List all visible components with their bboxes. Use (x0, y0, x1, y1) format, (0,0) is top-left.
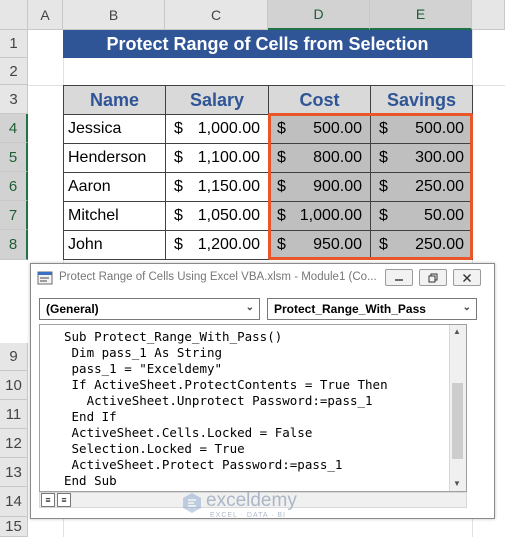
column-header-b[interactable]: B (63, 0, 165, 30)
cell-salary[interactable]: $1,050.00 (165, 201, 269, 231)
column-header-a[interactable]: A (28, 0, 63, 30)
code-line[interactable]: ActiveSheet.Protect Password:=pass_1 (64, 457, 343, 472)
chevron-down-icon: ⌄ (462, 302, 471, 313)
minimize-button[interactable] (385, 269, 413, 286)
currency-symbol: $ (174, 207, 183, 224)
exceldemy-logo-icon (183, 493, 201, 513)
row-header-14[interactable]: 14 (0, 487, 28, 517)
row-header-1[interactable]: 1 (0, 30, 28, 58)
code-line[interactable]: If ActiveSheet.ProtectContents = True Th… (64, 377, 388, 392)
code-pane[interactable]: Sub Protect_Range_With_Pass() Dim pass_1… (39, 324, 467, 492)
close-icon (463, 273, 471, 282)
restore-icon (428, 273, 438, 282)
watermark-tagline: EXCEL · DATA · BI (210, 512, 286, 519)
object-dropdown[interactable]: (General) ⌄ (39, 298, 260, 320)
code-line[interactable]: pass_1 = "Exceldemy" (64, 361, 223, 376)
cell-salary[interactable]: $1,000.00 (165, 114, 269, 144)
row-header-6[interactable]: 6 (0, 172, 28, 201)
procedure-dropdown-value: Protect_Range_With_Pass (274, 302, 426, 316)
sheet-title[interactable]: Protect Range of Cells from Selection (63, 30, 472, 58)
column-header-d[interactable]: D (268, 0, 370, 30)
exceldemy-watermark: exceldemy EXCEL · DATA · BI (182, 490, 332, 526)
salary-value: 1,200.00 (197, 236, 260, 253)
cell-salary[interactable]: $1,200.00 (165, 230, 269, 260)
row-header-8[interactable]: 8 (0, 230, 28, 260)
salary-value: 1,050.00 (197, 207, 260, 224)
restore-button[interactable] (419, 269, 447, 286)
row-header-2[interactable]: 2 (0, 58, 28, 85)
vba-window-titlebar[interactable]: Protect Range of Cells Using Excel VBA.x… (31, 264, 494, 292)
currency-symbol: $ (174, 178, 183, 195)
watermark-name: exceldemy (206, 490, 297, 511)
row-header-7[interactable]: 7 (0, 201, 28, 230)
close-button[interactable] (453, 269, 481, 286)
row-header-13[interactable]: 13 (0, 458, 28, 487)
currency-symbol: $ (174, 149, 183, 166)
code-line[interactable]: Dim pass_1 As String (64, 345, 223, 360)
selection-highlight (268, 113, 473, 260)
header-savings[interactable]: Savings (370, 85, 473, 115)
cell-name[interactable]: Jessica (63, 114, 166, 144)
code-line[interactable]: ActiveSheet.Cells.Locked = False (64, 425, 313, 440)
row-header-9[interactable]: 9 (0, 343, 28, 371)
vertical-scrollbar[interactable]: ▲ ▼ (449, 325, 466, 491)
column-header-c[interactable]: C (165, 0, 268, 30)
chevron-down-icon: ⌄ (245, 302, 254, 313)
code-line[interactable]: ActiveSheet.Unprotect Password:=pass_1 (64, 393, 373, 408)
header-salary[interactable]: Salary (165, 85, 269, 115)
salary-value: 1,100.00 (197, 149, 260, 166)
currency-symbol: $ (174, 236, 183, 253)
cell-name[interactable]: Henderson (63, 143, 166, 173)
salary-value: 1,000.00 (197, 120, 260, 137)
row-header-15[interactable]: 15 (0, 517, 28, 537)
header-name[interactable]: Name (63, 85, 166, 115)
column-header-f[interactable] (472, 0, 505, 30)
select-all-corner[interactable] (0, 0, 28, 30)
header-cost[interactable]: Cost (268, 85, 371, 115)
cell-salary[interactable]: $1,100.00 (165, 143, 269, 173)
row-header-4[interactable]: 4 (0, 114, 28, 143)
procedure-view-icon[interactable]: ≡ (41, 493, 55, 507)
code-line[interactable]: End If (64, 409, 117, 424)
code-line[interactable]: Selection.Locked = True (64, 441, 245, 456)
currency-symbol: $ (174, 120, 183, 137)
column-header-e[interactable]: E (370, 0, 472, 30)
cell-salary[interactable]: $1,150.00 (165, 172, 269, 202)
procedure-dropdown[interactable]: Protect_Range_With_Pass ⌄ (267, 298, 477, 320)
code-line[interactable]: End Sub (64, 473, 117, 488)
cell-name[interactable]: John (63, 230, 166, 260)
minimize-icon (395, 278, 403, 281)
scroll-down-icon[interactable]: ▼ (453, 479, 461, 488)
cell-name[interactable]: Mitchel (63, 201, 166, 231)
vba-module-icon (37, 271, 53, 285)
cell-name[interactable]: Aaron (63, 172, 166, 202)
code-line[interactable]: Sub Protect_Range_With_Pass() (64, 329, 282, 344)
full-module-view-icon[interactable]: ≡ (57, 493, 71, 507)
vba-editor-window[interactable]: Protect Range of Cells Using Excel VBA.x… (30, 263, 495, 519)
object-dropdown-value: (General) (46, 302, 99, 316)
row-header-5[interactable]: 5 (0, 143, 28, 172)
row-header-12[interactable]: 12 (0, 429, 28, 458)
row-header-10[interactable]: 10 (0, 371, 28, 400)
scroll-up-icon[interactable]: ▲ (453, 327, 461, 336)
row-header-3[interactable]: 3 (0, 85, 28, 114)
salary-value: 1,150.00 (197, 178, 260, 195)
vba-window-title: Protect Range of Cells Using Excel VBA.x… (59, 271, 377, 283)
row-header-11[interactable]: 11 (0, 400, 28, 429)
scroll-thumb[interactable] (452, 383, 463, 459)
